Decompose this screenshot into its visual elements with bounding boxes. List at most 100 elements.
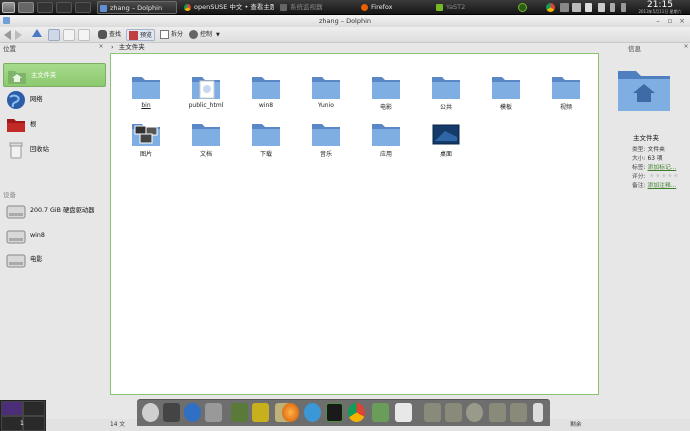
search-folder-icon[interactable] (466, 403, 483, 422)
network-manager-icon[interactable] (372, 403, 389, 422)
downloads-folder-icon[interactable] (510, 403, 527, 422)
folder-icon (251, 121, 281, 147)
add-comment-link[interactable]: 添加注释... (648, 183, 677, 189)
place-label: 根 (30, 121, 37, 128)
clipboard-tray-icon[interactable] (572, 3, 581, 12)
pager-desktop-1[interactable] (1, 401, 23, 416)
toolbar: 查找 预览 拆分 控制 ▼ (0, 27, 690, 43)
chrome-tray-icon[interactable] (546, 3, 555, 12)
desktop-switch-4[interactable] (75, 2, 91, 13)
maximize-button[interactable]: ▫ (666, 17, 674, 25)
printer-icon[interactable] (395, 403, 412, 422)
details-view-button[interactable] (63, 29, 75, 41)
file-item[interactable]: 音乐 (300, 121, 352, 165)
task-dolphin[interactable]: zhang – Dolphin (97, 1, 177, 14)
storage-tray-icon[interactable] (560, 3, 569, 12)
info-close-icon[interactable]: × (682, 43, 690, 51)
settings-folder-icon[interactable] (445, 403, 462, 422)
breadcrumb-current[interactable]: 主文件夹 (119, 43, 145, 51)
star-icon[interactable] (649, 173, 655, 178)
web-browser-icon[interactable] (304, 403, 321, 422)
find-button[interactable]: 查找 (98, 29, 121, 41)
file-label: 下载 (259, 151, 272, 158)
usb-drive-icon[interactable] (533, 403, 543, 422)
gnome-foot-icon[interactable] (142, 403, 159, 422)
place-root[interactable]: 根 (3, 113, 106, 137)
file-item[interactable]: Yunio (300, 74, 352, 118)
device-win8[interactable]: win8 (3, 224, 106, 248)
network-globe-icon (6, 90, 26, 110)
breadcrumb[interactable]: › 主文件夹 (108, 42, 601, 53)
app-launcher-button[interactable] (2, 2, 15, 13)
keyboard-icon[interactable] (205, 403, 222, 422)
system-monitor-icon[interactable] (326, 403, 343, 422)
task-sysmonitor[interactable]: 系统监视器 (278, 1, 338, 14)
file-item[interactable]: 电影 (360, 74, 412, 118)
documents-folder-icon[interactable] (489, 403, 506, 422)
expand-tray-icon[interactable] (621, 3, 626, 12)
file-item[interactable]: bin (120, 74, 172, 118)
file-item[interactable]: 图片 (120, 121, 172, 165)
task-chrome[interactable]: openSUSE 中文 • 查看主题 (182, 1, 274, 14)
desktop-switch-2[interactable] (37, 2, 53, 13)
clock-date: 2013年5月11日 星期六 (638, 9, 682, 14)
place-trash[interactable]: 回收站 (3, 138, 106, 162)
file-view[interactable]: bin public_html win8 Yunio 电影 公共 模板 视频 图… (110, 53, 599, 395)
star-icon[interactable] (661, 173, 667, 178)
control-menu-button[interactable]: 控制 ▼ (189, 29, 220, 41)
device-label: 电影 (30, 256, 43, 263)
pager-desktop-4[interactable] (23, 416, 45, 431)
file-item[interactable]: 桌面 (420, 121, 472, 165)
back-arrow-icon[interactable] (4, 30, 11, 40)
star-icon[interactable] (655, 173, 661, 178)
trash-folder-icon[interactable] (424, 403, 441, 422)
title-bar[interactable]: zhang – Dolphin – ▫ × (0, 15, 690, 27)
places-close-icon[interactable]: × (97, 43, 105, 51)
close-button[interactable]: × (678, 17, 686, 25)
desktop-switch-1[interactable] (18, 2, 34, 13)
star-icon[interactable] (673, 173, 679, 178)
task-yast[interactable]: YaST2 (434, 1, 484, 14)
columns-view-button[interactable] (78, 29, 90, 41)
file-item[interactable]: 文档 (180, 121, 232, 165)
minimize-button[interactable]: – (654, 17, 662, 25)
trash-icon (6, 140, 26, 160)
folder-icon (131, 74, 161, 100)
opensuse-tray-icon[interactable] (518, 3, 527, 12)
file-item[interactable]: 下载 (240, 121, 292, 165)
forward-arrow-icon[interactable] (15, 30, 22, 40)
file-item[interactable]: 视频 (540, 74, 592, 118)
file-item[interactable]: 模板 (480, 74, 532, 118)
place-home[interactable]: 主文件夹 (3, 63, 106, 87)
task-firefox[interactable]: Firefox (359, 1, 409, 14)
device-movies[interactable]: 电影 (3, 248, 106, 272)
file-item[interactable]: win8 (240, 74, 292, 118)
accessibility-icon[interactable] (184, 403, 201, 422)
firefox-icon[interactable] (282, 403, 299, 422)
file-item[interactable]: 应用 (360, 121, 412, 165)
pager-desktop-2[interactable] (23, 401, 45, 416)
volume-tray-icon[interactable] (585, 3, 592, 12)
cube-icon[interactable] (252, 403, 269, 422)
preview-button[interactable]: 预览 (126, 29, 156, 41)
place-network[interactable]: 网络 (3, 88, 106, 112)
places-header: 位置 (3, 45, 16, 53)
calculator-icon[interactable] (231, 403, 248, 422)
star-icon[interactable] (667, 173, 673, 178)
desktop-switch-3[interactable] (56, 2, 72, 13)
device-harddisk[interactable]: 200.7 GiB 硬盘驱动器 (3, 199, 106, 223)
firefox-icon (361, 4, 368, 11)
network-tray-icon[interactable] (598, 3, 605, 12)
desktop-pager[interactable]: 1 (0, 400, 46, 431)
file-item[interactable]: 公共 (420, 74, 472, 118)
notifications-tray-icon[interactable] (610, 3, 615, 12)
gear-icon (189, 30, 198, 39)
icons-view-button[interactable] (48, 29, 60, 41)
folder-pictures-icon (131, 121, 161, 147)
up-arrow-icon[interactable] (32, 29, 42, 37)
laptop-icon[interactable] (163, 403, 180, 422)
split-button[interactable]: 拆分 (160, 29, 183, 41)
file-item[interactable]: public_html (180, 74, 232, 118)
chrome-icon[interactable] (348, 403, 365, 422)
find-label: 查找 (109, 31, 122, 38)
